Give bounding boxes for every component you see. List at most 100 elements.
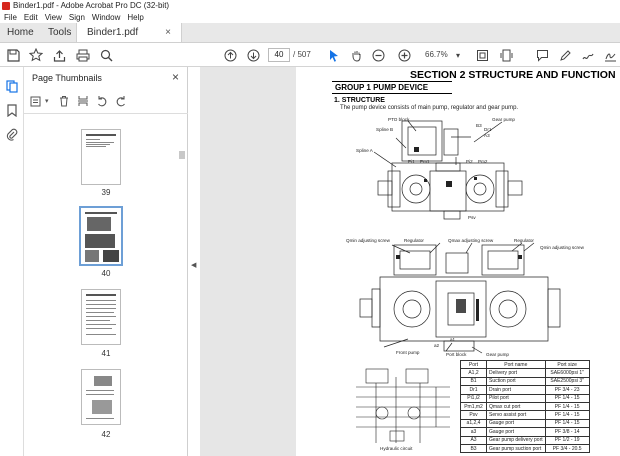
table-row: a1,2,4 Gauge port PF 1/4 - 15 <box>460 418 590 429</box>
thumbnail-options-icon[interactable] <box>30 94 44 108</box>
panel-title: Page Thumbnails <box>32 73 102 83</box>
rotate-counterclockwise-icon[interactable] <box>95 94 109 108</box>
print-icon[interactable] <box>75 47 91 63</box>
table-cell: Gauge port <box>486 418 546 429</box>
table-cell: Servo assist port <box>486 410 546 420</box>
table-row: A3 Gear pump delivery port PF 1/2 - 19 <box>460 435 590 445</box>
table-cell: a1,2,4 <box>460 418 487 429</box>
extract-pages-icon[interactable] <box>76 94 90 108</box>
table-cell: PF 1/4 - 15 <box>544 401 590 412</box>
table-cell: Gear pump delivery port <box>486 435 546 445</box>
menu-file[interactable]: File <box>4 13 17 22</box>
tab-document[interactable]: Binder1.pdf × <box>76 23 182 42</box>
thumbnail-page[interactable] <box>81 129 121 185</box>
menu-bar: File Edit View Sign Window Help <box>0 11 620 23</box>
table-row: B3 Gear pump suction port PF 3/4 - 20.5 <box>460 443 590 454</box>
zoom-in-icon[interactable] <box>396 47 412 63</box>
pdf-page: SECTION 2 STRUCTURE AND FUNCTION GROUP 1… <box>296 67 620 456</box>
zoom-dropdown-caret-icon[interactable]: ▾ <box>450 47 466 63</box>
scroll-mode-icon[interactable] <box>498 47 514 63</box>
panel-close-icon[interactable]: × <box>172 70 179 84</box>
panel-toolbar: ▾ <box>30 93 133 109</box>
delete-page-icon[interactable] <box>57 94 71 108</box>
menu-help[interactable]: Help <box>127 13 143 22</box>
table-cell: PF 1/4 - 15 <box>544 393 590 403</box>
table-header-cell: Port <box>460 359 487 370</box>
table-cell: Qmax cut port <box>486 401 546 412</box>
table-cell: PF 3/4 - 20.5 <box>544 443 590 454</box>
table-cell: PF 3/8 - 14 <box>544 427 590 437</box>
panel-scrollbar-thumb[interactable] <box>179 151 185 159</box>
table-cell: A3 <box>460 435 487 445</box>
acrobat-app-icon <box>2 1 10 10</box>
thumbnail-page-number: 41 <box>101 349 111 358</box>
main-toolbar: 40 / 507 66.7% ▾ <box>0 43 620 67</box>
tab-home[interactable]: Home <box>0 23 38 42</box>
table-header-row: Port Port name Port size <box>460 359 590 370</box>
tab-tools[interactable]: Tools <box>38 23 76 42</box>
page-thumbnails-panel: Page Thumbnails × ▾ 39 40 41 42 <box>24 67 188 456</box>
zoom-level[interactable]: 66.7% <box>425 50 448 59</box>
thumbnail-page-number: 40 <box>101 269 111 278</box>
table-cell: a3 <box>460 427 487 437</box>
rotate-clockwise-icon[interactable] <box>114 94 128 108</box>
table-cell: Pi1,i2 <box>460 393 487 403</box>
menu-edit[interactable]: Edit <box>24 13 38 22</box>
table-cell: Drain port <box>486 385 546 395</box>
highlight-pen-icon[interactable] <box>557 47 573 63</box>
table-cell: A1,2 <box>460 368 487 378</box>
table-cell: Suction port <box>486 376 546 387</box>
page-total: / 507 <box>293 50 311 59</box>
table-cell: SAE2500psi 3" <box>544 376 590 387</box>
tab-document-label: Binder1.pdf <box>87 27 139 38</box>
table-cell: Delivery port <box>486 368 546 378</box>
window-titlebar: Binder1.pdf - Adobe Acrobat Pro DC (32-b… <box>0 0 620 11</box>
table-cell: PF 3/4 - 23 <box>544 385 590 395</box>
bookmark-star-icon[interactable] <box>28 47 44 63</box>
window-title: Binder1.pdf - Adobe Acrobat Pro DC (32-b… <box>13 1 170 10</box>
page-number-input[interactable]: 40 <box>268 48 290 62</box>
table-header-cell: Port name <box>486 359 546 370</box>
panel-collapse-strip: ◀ <box>188 67 200 456</box>
table-cell: SAE6000psi 1" <box>544 368 590 378</box>
table-cell: Psv <box>460 410 487 420</box>
thumbnail-page-number: 39 <box>101 188 111 197</box>
search-icon[interactable] <box>98 47 114 63</box>
hand-tool-icon[interactable] <box>348 47 364 63</box>
table-cell: Gauge port <box>486 427 546 437</box>
zoom-out-icon[interactable] <box>370 47 386 63</box>
thumbnail-page-selected[interactable] <box>79 206 123 266</box>
tab-bar: Home Tools Binder1.pdf × <box>0 23 620 43</box>
page-thumbnails-icon[interactable] <box>5 79 19 93</box>
collapse-panel-arrow-icon[interactable]: ◀ <box>191 261 196 269</box>
options-caret-icon[interactable]: ▾ <box>45 97 49 105</box>
previous-page-icon[interactable] <box>222 47 238 63</box>
panel-divider <box>24 113 188 114</box>
sign-icon[interactable] <box>602 47 618 63</box>
upload-share-icon[interactable] <box>51 47 67 63</box>
thumbnail-page[interactable] <box>81 369 121 425</box>
save-icon[interactable] <box>5 47 21 63</box>
fit-page-icon[interactable] <box>474 47 490 63</box>
table-header-cell: Port size <box>544 359 590 370</box>
draw-freehand-icon[interactable] <box>580 47 596 63</box>
next-page-icon[interactable] <box>245 47 261 63</box>
table-row: a3 Gauge port PF 3/8 - 14 <box>460 427 590 437</box>
bookmarks-icon[interactable] <box>5 103 19 117</box>
tab-close-icon[interactable]: × <box>165 27 171 38</box>
table-row: B1 Suction port SAE2500psi 3" <box>460 376 590 387</box>
select-cursor-icon[interactable] <box>326 47 342 63</box>
table-row: Pm1,m2 Qmax cut port PF 1/4 - 15 <box>460 401 590 412</box>
menu-window[interactable]: Window <box>92 13 120 22</box>
navigation-rail <box>0 67 24 456</box>
table-cell: Gear pump suction port <box>486 443 546 454</box>
menu-view[interactable]: View <box>45 13 62 22</box>
table-cell: Pm1,m2 <box>460 401 487 412</box>
table-cell: Dr1 <box>460 385 487 395</box>
comment-icon[interactable] <box>534 47 550 63</box>
table-cell: PF 1/2 - 19 <box>544 435 590 445</box>
table-row: Dr1 Drain port PF 3/4 - 23 <box>460 385 590 395</box>
attachments-icon[interactable] <box>5 127 19 141</box>
menu-sign[interactable]: Sign <box>69 13 85 22</box>
thumbnail-page[interactable] <box>81 289 121 345</box>
